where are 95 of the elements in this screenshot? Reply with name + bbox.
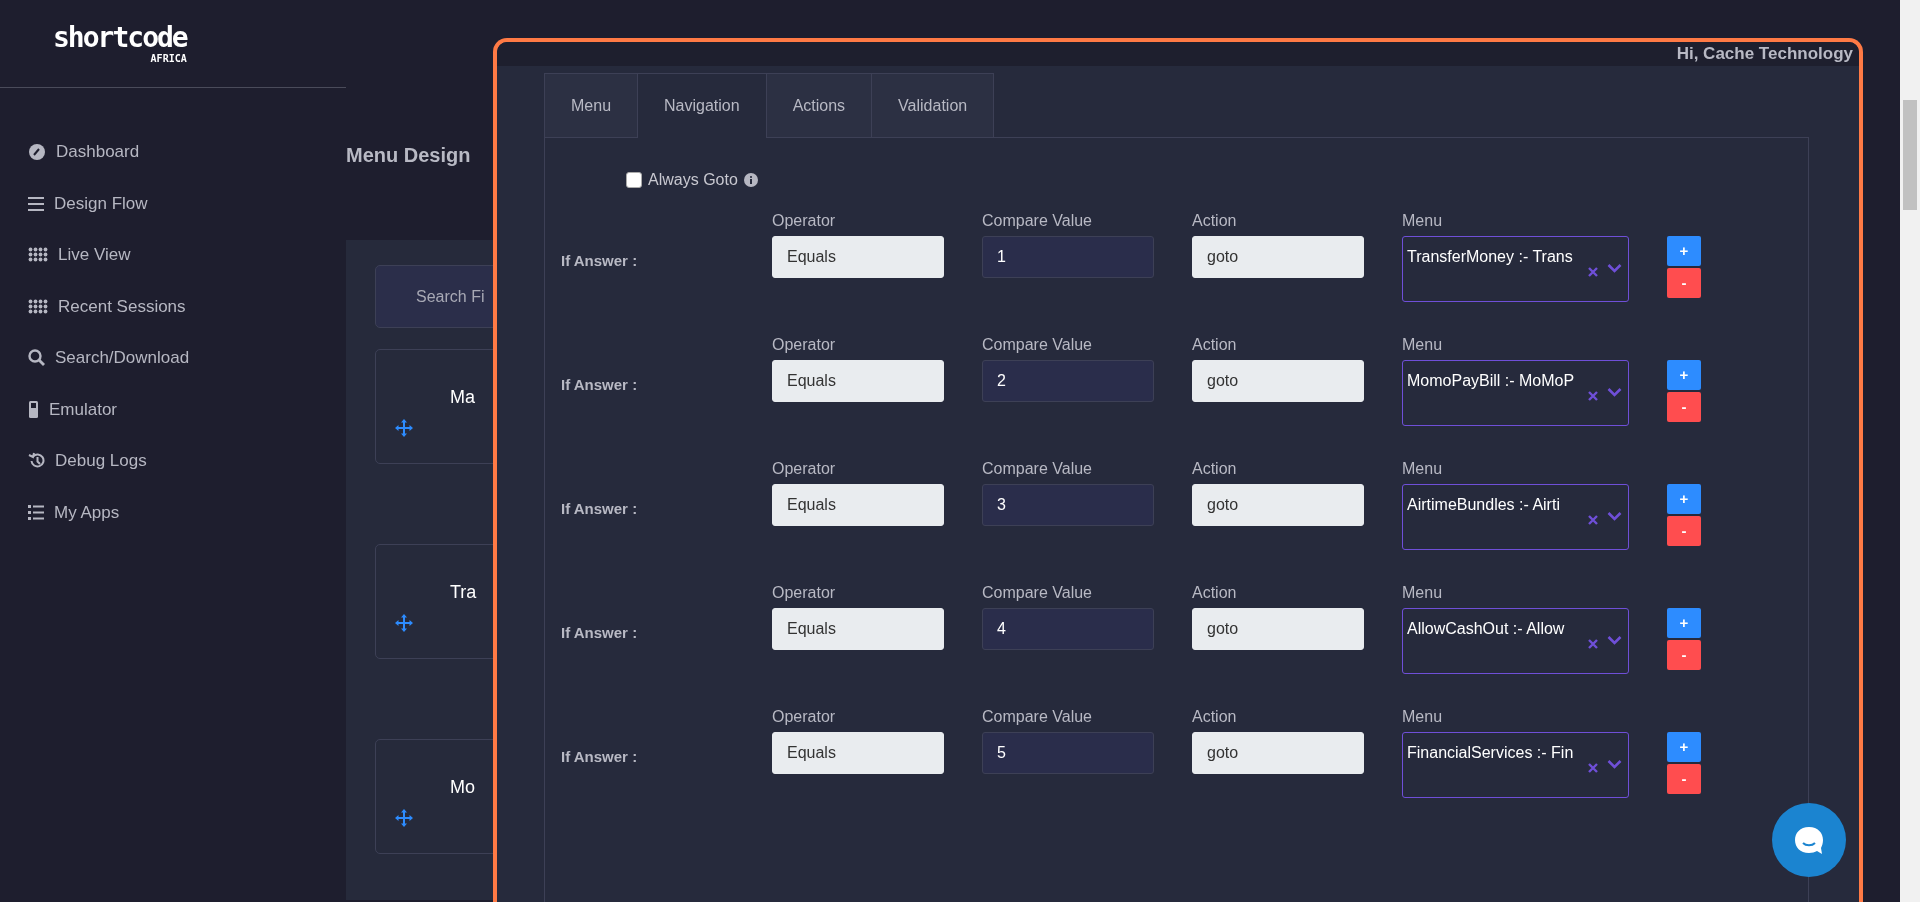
card-title: Tra	[450, 581, 477, 604]
search-icon	[28, 349, 45, 367]
card-title: Ma	[450, 386, 475, 409]
selected-menu: FinancialServices :- Fin	[1407, 741, 1574, 765]
rule-label: If Answer :	[561, 747, 639, 767]
gauge-icon	[28, 142, 46, 161]
sidebar-item[interactable]: Emulator	[0, 383, 346, 435]
operator-field[interactable]: Equals	[772, 236, 944, 278]
field-label: Action	[1192, 584, 1238, 602]
clear-icon[interactable]	[1588, 267, 1598, 277]
chevron-down-icon	[1607, 387, 1622, 397]
field-label: Menu	[1402, 336, 1444, 354]
field-label: Menu	[1402, 708, 1444, 726]
logo-subtitle: AFRICA	[149, 53, 187, 64]
tab[interactable]: Menu	[544, 73, 639, 137]
field-label: Operator	[772, 336, 837, 354]
compare-value-field[interactable]: 1	[982, 236, 1154, 278]
move-icon[interactable]	[394, 613, 414, 633]
field-label: Operator	[772, 460, 837, 478]
sidebar-item[interactable]: My Apps	[0, 486, 346, 538]
sidebar-item[interactable]: Dashboard	[0, 126, 346, 178]
list-icon	[28, 504, 44, 521]
field-label: Action	[1192, 708, 1238, 726]
history-icon	[28, 452, 45, 470]
clear-icon[interactable]	[1588, 763, 1598, 773]
action-field[interactable]: goto	[1192, 608, 1364, 650]
chevron-down-icon	[1607, 635, 1622, 645]
selected-menu: MomoPayBill :- MoMoP	[1407, 369, 1575, 393]
chevron-down-icon	[1607, 759, 1622, 769]
clear-icon[interactable]	[1588, 515, 1598, 525]
field-label: Compare Value	[982, 584, 1093, 602]
sidebar-item[interactable]: Search/Download	[0, 332, 346, 384]
field-label: Compare Value	[982, 336, 1093, 354]
chevron-down-icon	[1607, 511, 1622, 521]
field-label: Compare Value	[982, 708, 1093, 726]
field-label: Action	[1192, 212, 1238, 230]
user-greeting: Hi, Cache Technology	[1676, 45, 1853, 62]
chevron-down-icon	[1607, 263, 1622, 273]
operator-field[interactable]: Equals	[772, 732, 944, 774]
selected-menu: AirtimeBundles :- Airti	[1407, 493, 1560, 517]
menu-icon	[28, 195, 44, 212]
menu-select[interactable]: AllowCashOut :- Allow	[1402, 608, 1629, 674]
tab[interactable]: Navigation	[637, 73, 767, 138]
logo-text: shortcode	[53, 23, 187, 52]
action-field[interactable]: goto	[1192, 236, 1364, 278]
selected-menu: AllowCashOut :- Allow	[1407, 617, 1565, 641]
compare-value-field[interactable]: 5	[982, 732, 1154, 774]
rule-label: If Answer :	[561, 499, 639, 519]
compare-value-field[interactable]: 2	[982, 360, 1154, 402]
field-label: Action	[1192, 336, 1238, 354]
menu-select[interactable]: AirtimeBundles :- Airti	[1402, 484, 1629, 550]
move-icon[interactable]	[394, 808, 414, 828]
search-field[interactable]: Search Fi	[375, 265, 496, 328]
phone-icon	[28, 400, 39, 418]
rule-label: If Answer :	[561, 375, 639, 395]
clear-icon[interactable]	[1588, 391, 1598, 401]
field-label: Action	[1192, 460, 1238, 478]
clear-icon[interactable]	[1588, 639, 1598, 649]
page-title: Menu Design	[346, 143, 472, 168]
field-label: Menu	[1402, 460, 1444, 478]
dot-grid-icon	[28, 298, 48, 314]
tab[interactable]: Actions	[765, 73, 873, 137]
sidebar-item[interactable]: Debug Logs	[0, 435, 346, 487]
sidebar-item[interactable]: Design Flow	[0, 177, 346, 229]
sidebar-item[interactable]: Live View	[0, 229, 346, 281]
menu-select[interactable]: MomoPayBill :- MoMoP	[1402, 360, 1629, 426]
action-field[interactable]: goto	[1192, 732, 1364, 774]
checkbox-label: Always Goto	[648, 170, 738, 190]
field-label: Compare Value	[982, 460, 1093, 478]
field-label: Menu	[1402, 584, 1444, 602]
selected-menu: TransferMoney :- Trans	[1407, 245, 1573, 269]
tab[interactable]: Validation	[871, 73, 995, 137]
operator-field[interactable]: Equals	[772, 360, 944, 402]
sidebar-item[interactable]: Recent Sessions	[0, 280, 346, 332]
compare-value-field[interactable]: 4	[982, 608, 1154, 650]
field-label: Operator	[772, 584, 837, 602]
card-title: Mo	[450, 776, 475, 799]
menu-select[interactable]: TransferMoney :- Trans	[1402, 236, 1629, 302]
field-label: Compare Value	[982, 212, 1093, 230]
compare-value-field[interactable]: 3	[982, 484, 1154, 526]
field-label: Operator	[772, 708, 837, 726]
field-label: Operator	[772, 212, 837, 230]
dot-grid-icon	[28, 247, 48, 263]
action-field[interactable]: goto	[1192, 360, 1364, 402]
info-icon	[743, 173, 758, 187]
scrollbar[interactable]	[1900, 0, 1920, 902]
move-icon[interactable]	[394, 418, 414, 438]
operator-field[interactable]: Equals	[772, 608, 944, 650]
operator-field[interactable]: Equals	[772, 484, 944, 526]
checkbox[interactable]	[626, 172, 642, 188]
rule-label: If Answer :	[561, 251, 639, 271]
action-field[interactable]: goto	[1192, 484, 1364, 526]
menu-select[interactable]: FinancialServices :- Fin	[1402, 732, 1629, 798]
rule-label: If Answer :	[561, 623, 639, 643]
field-label: Menu	[1402, 212, 1444, 230]
